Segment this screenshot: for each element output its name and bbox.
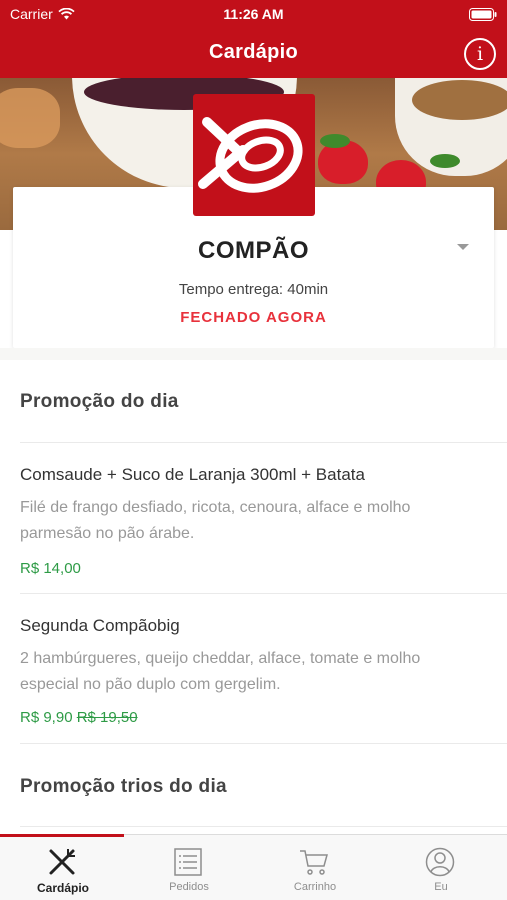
- banner-granola-fill: [412, 80, 507, 120]
- price-current: R$ 14,00: [20, 560, 81, 577]
- restaurant-logo: [193, 94, 315, 216]
- info-button[interactable]: i: [464, 38, 496, 70]
- tab-label: Pedidos: [169, 881, 209, 893]
- fork-knife-icon: [49, 849, 75, 875]
- menu-item-description: 2 hambúrgueres, queijo cheddar, alface, …: [20, 650, 421, 693]
- tab-bar: Cardápio Pedidos Carrinho Eu: [0, 834, 507, 900]
- section-spacer: [0, 348, 507, 360]
- tab-label: Eu: [434, 881, 448, 893]
- banner-food-left: [0, 88, 60, 148]
- tab-label: Cardápio: [36, 881, 89, 895]
- divider: [20, 593, 507, 594]
- delivery-time: Tempo entrega: 40min: [178, 281, 329, 298]
- banner-leaf: [320, 134, 350, 148]
- status-time: 11:26 AM: [223, 6, 284, 22]
- tab-eu[interactable]: Eu: [378, 835, 504, 900]
- info-icon: i: [476, 43, 484, 65]
- cart-icon: [300, 850, 328, 875]
- user-icon: [425, 847, 455, 877]
- banner-leaf: [430, 154, 460, 168]
- restaurant-name: COMPÃO: [198, 237, 309, 264]
- tab-carrinho[interactable]: Carrinho: [252, 835, 378, 900]
- active-tab-indicator: [0, 834, 124, 837]
- divider: [20, 826, 507, 827]
- divider: [20, 743, 507, 744]
- navigation-bar: Cardápio i: [0, 30, 507, 78]
- open-status: FECHADO AGORA: [180, 309, 327, 326]
- tab-pedidos[interactable]: Pedidos: [126, 835, 252, 900]
- price-old: R$ 19,50: [76, 709, 138, 726]
- divider: [20, 442, 507, 443]
- menu-item-price: R$ 14,00: [20, 560, 81, 577]
- menu-item-price: R$ 9,90 R$ 19,50: [20, 709, 138, 726]
- section-title: Promoção trios do dia: [20, 776, 227, 797]
- status-bar: Carrier 11:26 AM: [0, 0, 507, 30]
- menu-item-description: Filé de frango desfiado, ricota, cenoura…: [20, 499, 411, 542]
- battery-icon: [469, 8, 497, 21]
- page-title: Cardápio: [208, 41, 299, 63]
- menu-item-name: Comsaude + Suco de Laranja 300ml + Batat…: [20, 465, 365, 484]
- section-title: Promoção do dia: [20, 391, 179, 412]
- tab-cardapio[interactable]: Cardápio: [0, 835, 126, 900]
- price-current: R$ 9,90: [20, 709, 73, 726]
- menu-item-name: Segunda Compãobig: [20, 616, 180, 635]
- tab-label: Carrinho: [293, 881, 337, 893]
- chevron-down-icon[interactable]: [457, 244, 469, 250]
- list-icon: [174, 848, 202, 876]
- restaurant-logo-icon: [198, 117, 303, 193]
